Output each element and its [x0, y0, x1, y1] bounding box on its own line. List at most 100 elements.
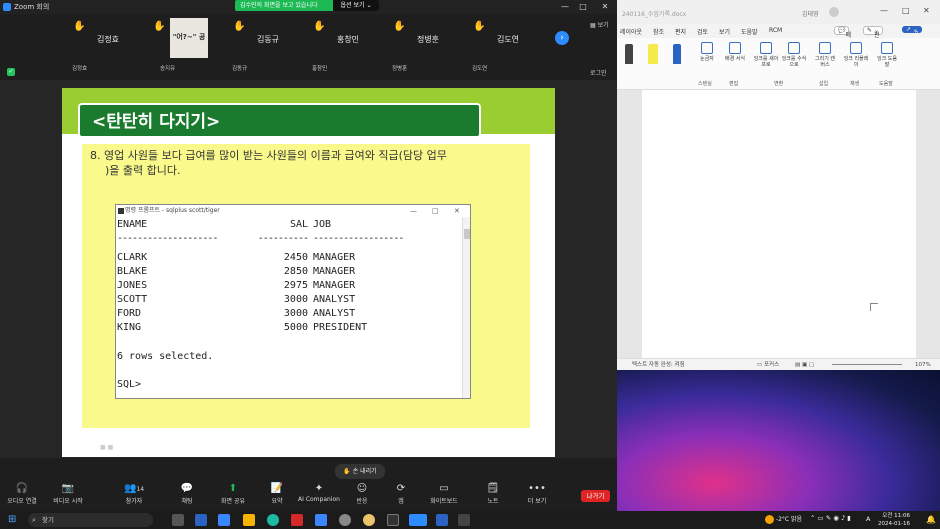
ruler-button[interactable]: 눈금자	[695, 42, 719, 62]
maximize-icon[interactable]: □	[902, 6, 910, 15]
view-options-button[interactable]: 옵션 보기 ⌄	[333, 0, 379, 11]
slide-title: <탄탄히 다지기>	[78, 103, 481, 138]
close-icon[interactable]: ✕	[454, 205, 460, 217]
document-page[interactable]	[642, 90, 916, 358]
input-language[interactable]: A	[866, 515, 870, 523]
file-explorer-icon[interactable]	[243, 514, 255, 526]
separator: --------------------	[117, 233, 218, 244]
weather-widget[interactable]: -2°C 맑음	[765, 512, 802, 528]
minimize-icon[interactable]: —	[410, 205, 417, 217]
tab-references[interactable]: 참조	[653, 27, 664, 36]
ink-help-button[interactable]: 잉크 도움말	[875, 42, 899, 68]
table-row: CLARK 2450 MANAGER	[116, 252, 462, 264]
tab-review[interactable]: 검토	[697, 27, 708, 36]
desktop-wallpaper	[617, 370, 940, 511]
store-icon[interactable]	[315, 514, 327, 526]
tab-help[interactable]: 도움말	[741, 27, 758, 36]
photos-icon[interactable]	[218, 514, 230, 526]
notes-button[interactable]: 🗒 노트	[471, 482, 515, 505]
close-icon[interactable]: ✕	[597, 0, 613, 14]
minimize-icon[interactable]: —	[880, 6, 888, 15]
background-format-button[interactable]: 배경 서식	[723, 42, 747, 62]
security-shield-icon[interactable]: ✓	[7, 68, 15, 76]
task-view-icon[interactable]	[172, 514, 184, 526]
video-button[interactable]: 📷 비디오 시작	[46, 482, 90, 505]
close-icon[interactable]: ✕	[923, 6, 930, 15]
share-button[interactable]: ↗ 공유 ⌄	[902, 26, 922, 47]
summary-icon: 📝	[270, 483, 284, 494]
chat-button[interactable]: 💬 채팅	[165, 482, 209, 505]
terminal-icon[interactable]	[387, 514, 399, 526]
participant-tile[interactable]: ✋ 김도연 김도연	[470, 18, 546, 72]
reaction-button[interactable]: ☺ 반응	[340, 482, 384, 505]
audio-button[interactable]: 🎧 오디오 연결	[0, 482, 44, 505]
ink-replay-button[interactable]: 잉크 리플레이	[843, 42, 869, 68]
sqlplus-title: 명령 프롬프트 - sqlplus scott/tiger	[125, 207, 220, 214]
draw-ribbon: 눈금자 배경 서식 잉크를 셰이프로 잉크를 수식으로 그리기 캔버스 잉크 리…	[617, 38, 940, 90]
tab-rcm[interactable]: RCM	[769, 27, 782, 34]
participant-label: 송지유	[160, 66, 176, 72]
settings-icon[interactable]	[339, 514, 351, 526]
tab-layout[interactable]: 레이아웃	[620, 27, 642, 36]
reaction-icon: ☺	[356, 483, 368, 494]
participants-button[interactable]: 👥14 참가자	[112, 482, 156, 505]
participants-icon: 👥14	[112, 482, 156, 496]
avatar[interactable]	[829, 7, 839, 17]
ink-to-math-button[interactable]: 잉크를 수식으로	[781, 42, 807, 68]
mcafee-icon[interactable]	[291, 514, 303, 526]
participant-tile[interactable]: ✋ 김동규 김동규	[230, 18, 306, 72]
editing-button[interactable]: ✎ 편집 ⌄	[863, 26, 883, 48]
widgets-icon[interactable]	[195, 514, 207, 526]
pen-icon[interactable]	[673, 44, 681, 64]
scrollbar-thumb[interactable]	[464, 229, 470, 239]
taskbar-search[interactable]: ⌕ 찾기	[28, 513, 153, 527]
tray-icons[interactable]: ⌃ ▭ ✎ ◉ ♪ ▮	[810, 514, 851, 522]
tab-mailings[interactable]: 편지	[675, 27, 686, 36]
whiteboard-button[interactable]: ▭ 화이트보드	[422, 482, 466, 505]
scrollbar[interactable]	[462, 217, 470, 398]
math-icon	[788, 42, 800, 54]
more-button[interactable]: ••• 더 보기	[515, 482, 559, 505]
group-label: 편집	[729, 81, 739, 87]
raised-hand-icon: ✋	[473, 21, 486, 32]
zoom-app-icon[interactable]	[409, 514, 427, 526]
toolbar-label: 오디오 연결	[7, 498, 37, 505]
table-row: FORD 3000 ANALYST	[116, 308, 462, 320]
view-button[interactable]: ▦ 보기	[590, 20, 609, 29]
cell-ename: KING	[117, 322, 142, 333]
maximize-icon[interactable]: □	[575, 0, 591, 14]
login-label[interactable]: 로그인	[590, 68, 607, 77]
tab-view[interactable]: 보기	[719, 27, 730, 36]
highlighter-icon[interactable]	[648, 44, 658, 64]
clock[interactable]: 오전 11:06 2024-01-16	[878, 512, 910, 528]
ai-companion-button[interactable]: ✦ AI Companion	[297, 482, 341, 503]
drawing-canvas-button[interactable]: 그리기 캔버스	[813, 42, 837, 68]
participant-tile[interactable]: ✋ 정병훈 정병훈	[390, 18, 466, 72]
app-icon[interactable]	[458, 514, 470, 526]
ink-to-shape-button[interactable]: 잉크를 셰이프로	[753, 42, 779, 68]
apps-button[interactable]: ⟳ 앱	[379, 482, 423, 505]
participant-tile[interactable]: ✋ 김정효 김정효	[70, 18, 146, 72]
lower-hand-button[interactable]: ✋ 손 내리기	[335, 464, 385, 479]
edge-icon[interactable]	[267, 514, 279, 526]
sql-prompt[interactable]: SQL>	[116, 379, 462, 391]
view-label: 보기	[597, 22, 609, 29]
notification-icon[interactable]: 🔔	[926, 515, 936, 524]
maximize-icon[interactable]: □	[432, 205, 439, 217]
participant-tile[interactable]: ✋ 홍창민 홍창민	[310, 18, 386, 72]
summary-button[interactable]: 📝 요약	[255, 482, 299, 505]
zoom-slider[interactable]	[832, 364, 902, 365]
participant-label: 김동규	[232, 66, 248, 72]
next-page-icon[interactable]: ›	[555, 31, 569, 45]
share-screen-button[interactable]: ⬆ 화면 공유	[211, 482, 255, 505]
ai-companion-icon: ✦	[314, 483, 324, 494]
leave-button[interactable]: 나가기	[581, 490, 610, 502]
toolbar-label: 화이트보드	[430, 498, 458, 505]
sun-icon	[765, 515, 774, 524]
word-app-icon[interactable]	[436, 514, 448, 526]
minimize-icon[interactable]: —	[557, 0, 573, 14]
pen-icon[interactable]	[625, 44, 633, 64]
chrome-icon[interactable]	[363, 514, 375, 526]
windows-start-icon[interactable]: ⊞	[8, 514, 16, 526]
comments-button[interactable]: 💬 메모	[834, 26, 851, 48]
